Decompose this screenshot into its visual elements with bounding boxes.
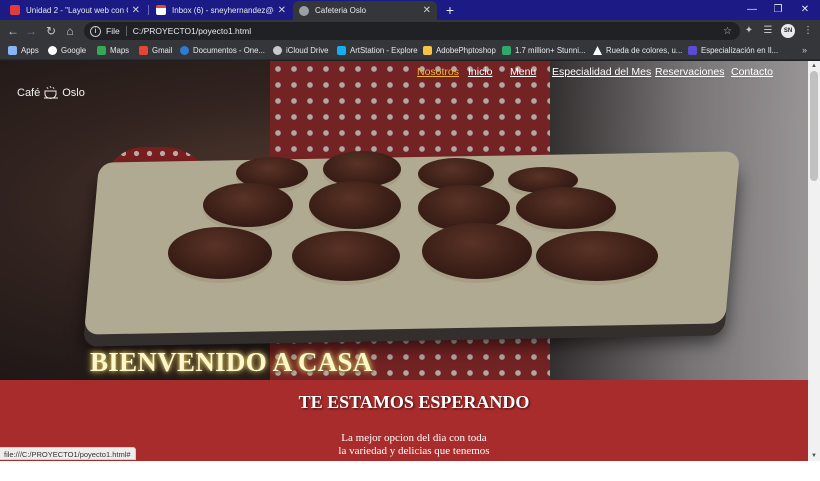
close-icon[interactable]: ✕ [132, 5, 140, 16]
nav-link-contacto[interactable]: Contacto [731, 66, 773, 78]
bookmark-apps[interactable]: Apps [8, 42, 39, 59]
gmail-icon [139, 46, 148, 55]
profile-avatar[interactable]: SN [781, 24, 795, 38]
site-nav: Nosotros Inicio Menu Especialidad del Me… [0, 66, 808, 80]
extensions-icon[interactable]: ✦ [741, 23, 757, 39]
bookmark-label: Documentos - One... [193, 46, 265, 55]
globe-icon [299, 5, 309, 16]
bookmark-rueda-colores[interactable]: Rueda de colores, u... [593, 42, 682, 59]
bookmark-especializacion[interactable]: Especialización en Il... [688, 42, 778, 59]
logo-text-right: Oslo [62, 86, 85, 99]
gmail-icon [156, 5, 166, 15]
tab-separator [148, 5, 149, 15]
folder-icon [423, 46, 432, 55]
tab-inbox[interactable]: Inbox (6) - sneyhernandez@gmai ✕ [150, 0, 292, 20]
bookmark-label: ArtStation - Explore [350, 46, 418, 55]
bookmark-maps[interactable]: Maps [97, 42, 129, 59]
google-icon [48, 46, 57, 55]
onedrive-cloud-icon [180, 46, 189, 55]
logo-text-left: Café [17, 86, 41, 99]
scrollbar-thumb[interactable] [810, 71, 818, 181]
page-viewport: Café Oslo Nosotros Inicio Menu Especiali… [0, 61, 808, 461]
hero-overlay [0, 61, 808, 380]
bookmark-label: Apps [21, 46, 39, 55]
tab-title: Unidad 2 - "Layout web con CSS [26, 5, 128, 15]
new-tab-button[interactable]: + [442, 1, 458, 19]
bookmark-artstation[interactable]: ArtStation - Explore [337, 42, 418, 59]
scroll-up-icon[interactable]: ▲ [808, 61, 820, 71]
hero-title: BIENVENIDO A CASA [90, 347, 373, 377]
reload-button[interactable]: ↻ [42, 22, 60, 40]
close-icon[interactable]: ✕ [278, 5, 286, 16]
bookmark-label: Especialización en Il... [701, 46, 779, 55]
browser-toolbar: ← → ↻ ⌂ i File C:/PROYECTO1/poyecto1.htm… [0, 20, 820, 42]
kebab-menu-icon[interactable]: ⋮ [800, 23, 816, 39]
bookmark-label: Google [61, 46, 87, 55]
window-bottom-edge [0, 461, 820, 481]
bookmark-photoshop[interactable]: AdobePhptoshop [423, 42, 496, 59]
band-title: TE ESTAMOS ESPERANDO [298, 392, 530, 412]
bookmark-label: Gmail [152, 46, 173, 55]
apple-icon [273, 46, 282, 55]
bookmark-label: iCloud Drive [286, 46, 329, 55]
bookmarks-bar: Apps Google Maps Gmail Documentos - One.… [0, 42, 820, 60]
bookmark-star-icon[interactable]: ☆ [723, 26, 732, 37]
nav-link-reservaciones[interactable]: Reservaciones [655, 66, 724, 78]
divider [125, 26, 127, 36]
tab-cafeteria-oslo[interactable]: Cafeteria Oslo ✕ [293, 1, 437, 20]
back-button[interactable]: ← [4, 22, 22, 40]
window-close-button[interactable]: ✕ [792, 0, 818, 20]
bookmark-icloud[interactable]: iCloud Drive [273, 42, 328, 59]
bookmark-label: AdobePhptoshop [436, 46, 496, 55]
scroll-down-icon[interactable]: ▼ [808, 451, 820, 461]
bookmark-google[interactable]: Google [48, 42, 86, 59]
tab-favicon-icon [10, 5, 20, 15]
nav-link-menu[interactable]: Menu [510, 66, 536, 78]
tab-title: Cafeteria Oslo [315, 6, 367, 15]
reading-list-icon[interactable]: ☰ [760, 23, 776, 39]
more-bookmarks-icon[interactable]: » [802, 42, 807, 59]
bookmark-gmail[interactable]: Gmail [139, 42, 172, 59]
course-icon [688, 46, 697, 55]
artstation-icon [337, 46, 346, 55]
nav-link-inicio[interactable]: Inicio [468, 66, 493, 78]
pixabay-icon [502, 46, 511, 55]
nav-link-especialidad[interactable]: Especialidad del Mes [552, 66, 651, 78]
tab-unidad-2[interactable]: Unidad 2 - "Layout web con CSS ✕ [4, 0, 146, 20]
status-bar-url: file:///C:/PROYECTO1/poyecto1.html# [0, 447, 136, 460]
tab-strip: Unidad 2 - "Layout web con CSS ✕ Inbox (… [0, 0, 820, 20]
adobe-icon [593, 46, 602, 55]
url-scheme: File [106, 26, 120, 36]
bookmark-stunning[interactable]: 1.7 million+ Stunni... [502, 42, 585, 59]
tab-title: Inbox (6) - sneyhernandez@gmai [172, 5, 274, 15]
apps-grid-icon [8, 46, 17, 55]
site-logo[interactable]: Café Oslo [17, 85, 85, 99]
url-text: C:/PROYECTO1/poyecto1.html [132, 26, 252, 36]
bookmark-label: 1.7 million+ Stunni... [515, 46, 586, 55]
maps-icon [97, 46, 106, 55]
bookmark-documentos[interactable]: Documentos - One... [180, 42, 265, 59]
coffee-cup-icon [44, 85, 59, 99]
forward-button[interactable]: → [22, 22, 40, 40]
page-scrollbar[interactable]: ▲ ▼ [808, 61, 820, 461]
address-bar[interactable]: i File C:/PROYECTO1/poyecto1.html ☆ [84, 22, 740, 40]
band-text-line-1: La mejor opcion del dia con toda [341, 432, 487, 444]
hero-section: Café Oslo Nosotros Inicio Menu Especiali… [0, 61, 808, 380]
nav-link-nosotros[interactable]: Nosotros [417, 66, 459, 78]
bookmark-label: Rueda de colores, u... [606, 46, 683, 55]
close-icon[interactable]: ✕ [423, 5, 431, 16]
info-icon[interactable]: i [90, 25, 101, 37]
restore-button[interactable]: ❐ [765, 0, 791, 20]
minimize-button[interactable]: — [739, 0, 765, 20]
bookmark-label: Maps [110, 46, 130, 55]
home-button[interactable]: ⌂ [61, 22, 79, 40]
